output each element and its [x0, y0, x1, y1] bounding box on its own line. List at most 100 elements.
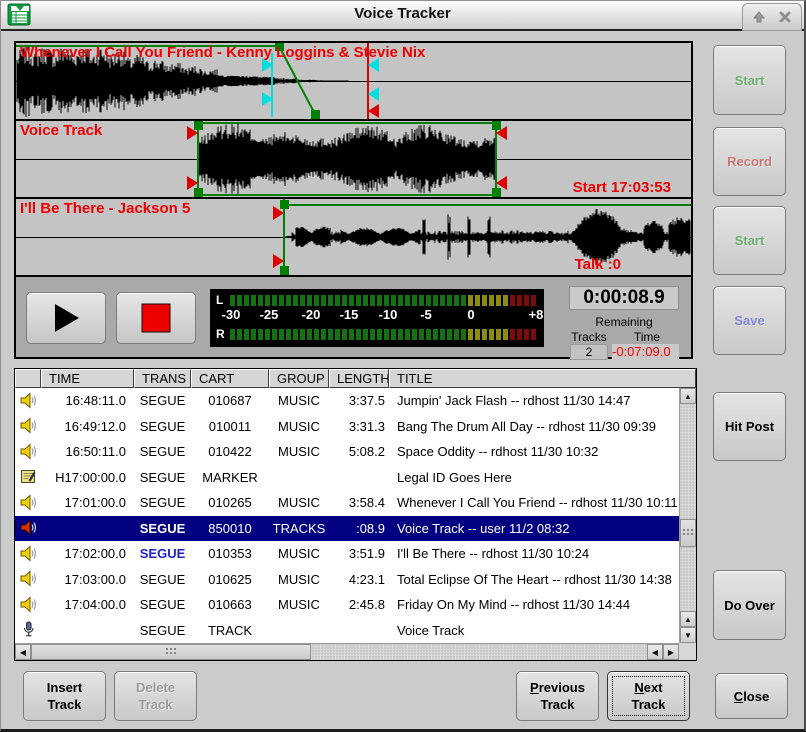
log-cell-time: 17:03:00.0 [41, 572, 134, 587]
marker-note-icon [20, 468, 37, 485]
log-cell-icon [15, 619, 41, 641]
scroll-right-icon[interactable]: ▶ [663, 644, 679, 660]
log-table: TIMETRANSCARTGROUPLENGTHTITLE 16:48:11.0… [14, 368, 697, 661]
log-cell-trans: SEGUE [134, 470, 191, 485]
audio-level-meter: L -30-25-20-15-10-50+8 R [210, 289, 544, 347]
column-header-trans[interactable]: TRANS [134, 369, 191, 388]
waveform-editor: Whenever I Call You Friend - Kenny Loggi… [14, 41, 693, 359]
save-button[interactable]: Save [713, 286, 786, 355]
log-cell-group: MUSIC [269, 444, 329, 459]
log-row[interactable]: 17:02:00.0SEGUE010353MUSIC3:51.9I'll Be … [15, 541, 679, 567]
meter-scale-tick: -25 [260, 307, 279, 322]
waveform-track-3[interactable]: I'll Be There - Jackson 5 Talk :0 [16, 199, 691, 275]
column-header-title[interactable]: TITLE [389, 369, 696, 388]
log-cell-len: 5:08.2 [329, 444, 389, 459]
log-cell-group: MUSIC [269, 393, 329, 408]
log-cell-group: MUSIC [269, 419, 329, 434]
vertical-scrollbar[interactable]: ▲ ▲ ▼ [679, 388, 696, 643]
record-button[interactable]: Record [713, 127, 786, 196]
log-cell-time: 17:01:00.0 [41, 495, 134, 510]
log-row[interactable]: 17:04:00.0SEGUE010663MUSIC2:45.8Friday O… [15, 592, 679, 618]
column-header-time[interactable]: TIME [41, 369, 134, 388]
close-icon[interactable] [776, 8, 794, 26]
log-row[interactable]: 17:03:00.0SEGUE010625MUSIC4:23.1Total Ec… [15, 567, 679, 593]
log-cell-group: MUSIC [269, 572, 329, 587]
scrollbar-corner [679, 643, 696, 660]
log-row[interactable]: 16:49:12.0SEGUE010011MUSIC3:31.3Bang The… [15, 414, 679, 440]
log-cell-time: 16:50:11.0 [41, 444, 134, 459]
log-cell-cart: TRACK [191, 623, 269, 638]
speaker-icon [20, 570, 37, 587]
play-button[interactable] [26, 292, 106, 344]
log-cell-icon [15, 441, 41, 463]
log-cell-title: I'll Be There -- rdhost 11/30 10:24 [389, 546, 679, 561]
close-button[interactable]: Close [715, 673, 788, 719]
meter-right-label: R [216, 327, 225, 341]
hit-post-button[interactable]: Hit Post [713, 392, 786, 461]
scroll-down-icon[interactable]: ▼ [680, 627, 696, 643]
previous-track-button[interactable]: Previous Track [516, 671, 599, 721]
column-header-group[interactable]: GROUP [269, 369, 329, 388]
track1-title: Whenever I Call You Friend - Kenny Loggi… [20, 44, 425, 61]
log-cell-group: MUSIC [269, 597, 329, 612]
insert-track-button[interactable]: Insert Track [23, 671, 106, 721]
scroll-up2-icon[interactable]: ▲ [680, 611, 696, 627]
speaker-icon [20, 392, 37, 409]
log-row[interactable]: H17:00:00.0SEGUEMARKERLegal ID Goes Here [15, 465, 679, 491]
log-cell-title: Voice Track -- user 11/2 08:32 [389, 521, 679, 536]
scroll-left-icon[interactable]: ◀ [15, 644, 31, 660]
log-cell-title: Space Oddity -- rdhost 11/30 10:32 [389, 444, 679, 459]
log-cell-cart: 010663 [191, 597, 269, 612]
track2-title: Voice Track [20, 122, 102, 139]
log-cell-icon [15, 517, 41, 539]
titlebar[interactable]: Voice Tracker [1, 1, 804, 31]
log-cell-title: Whenever I Call You Friend -- rdhost 11/… [389, 495, 679, 510]
log-row[interactable]: 17:01:00.0SEGUE010265MUSIC3:58.4Whenever… [15, 490, 679, 516]
segue-start-button-2[interactable]: Start [713, 206, 786, 275]
log-cell-cart: 010422 [191, 444, 269, 459]
remaining-time-label: Time [621, 330, 673, 344]
log-cell-icon [15, 415, 41, 437]
stop-icon [141, 303, 171, 333]
do-over-button[interactable]: Do Over [713, 570, 786, 640]
remaining-tracks-label: Tracks [563, 330, 615, 344]
log-cell-cart: 010687 [191, 393, 269, 408]
delete-track-button[interactable]: Delete Track [114, 671, 197, 721]
log-cell-len: :08.9 [329, 521, 389, 536]
log-cell-cart: 010011 [191, 419, 269, 434]
log-header: TIMETRANSCARTGROUPLENGTHTITLE [15, 369, 696, 388]
next-track-button[interactable]: Next Track [607, 671, 690, 721]
log-cell-trans: SEGUE [134, 444, 191, 459]
horizontal-scroll-thumb[interactable] [31, 644, 311, 660]
remaining-label: Remaining [569, 315, 679, 329]
track3-talk-label: Talk :0 [575, 256, 621, 273]
log-cell-icon [15, 390, 41, 412]
log-row[interactable]: 16:48:11.0SEGUE010687MUSIC3:37.5Jumpin' … [15, 388, 679, 414]
waveform-track-2[interactable]: Voice Track Start 17:03:53 [16, 121, 691, 197]
vertical-scroll-thumb[interactable] [680, 519, 696, 547]
waveform-track-1[interactable]: Whenever I Call You Friend - Kenny Loggi… [16, 43, 691, 119]
speaker-icon [20, 494, 37, 511]
log-row[interactable]: SEGUETRACKVoice Track [15, 618, 679, 644]
meter-scale-tick: -15 [340, 307, 359, 322]
log-cell-cart: MARKER [191, 470, 269, 485]
meter-scale-tick: -20 [302, 307, 321, 322]
meter-scale-tick: -5 [420, 307, 432, 322]
log-cell-icon [15, 594, 41, 616]
log-cell-icon [15, 492, 41, 514]
meter-scale-tick: +8 [529, 307, 544, 322]
remaining-time-value: -0:07:09.0 [612, 344, 679, 360]
column-header-cart[interactable]: CART [191, 369, 269, 388]
log-cell-cart: 010625 [191, 572, 269, 587]
shade-icon[interactable] [750, 8, 768, 26]
log-cell-len: 4:23.1 [329, 572, 389, 587]
scroll-up-icon[interactable]: ▲ [680, 388, 696, 404]
column-header-length[interactable]: LENGTH [329, 369, 389, 388]
stop-button[interactable] [116, 292, 196, 344]
horizontal-scrollbar[interactable]: ◀ ◀ ▶ [15, 643, 679, 660]
segue-start-button[interactable]: Start [713, 45, 786, 115]
log-row[interactable]: 16:50:11.0SEGUE010422MUSIC5:08.2Space Od… [15, 439, 679, 465]
scroll-left2-icon[interactable]: ◀ [647, 644, 663, 660]
log-row[interactable]: SEGUE850010TRACKS:08.9Voice Track -- use… [15, 516, 679, 542]
column-header-icon[interactable] [15, 369, 41, 388]
